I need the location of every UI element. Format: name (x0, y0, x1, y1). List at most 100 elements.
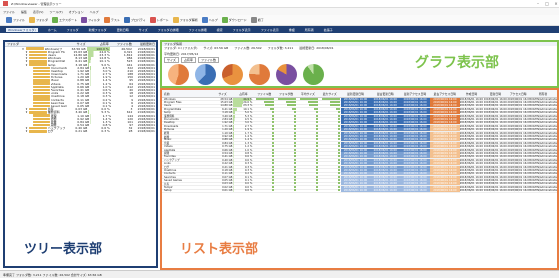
tree-row[interactable]: ▾ ログ 0.21 GB 0.3 % 28 2018/06/01 (5, 129, 156, 134)
toolbar-button[interactable]: フォルダ解析 (172, 17, 198, 23)
nav-item[interactable]: 検索 (217, 28, 223, 32)
list-col-header[interactable]: 占有率 (233, 92, 253, 96)
toolbar-icon (6, 17, 12, 23)
nav-item[interactable]: ファイル表示 (261, 28, 279, 32)
mini-bar (315, 179, 318, 182)
menu-item[interactable]: ヘルプ (90, 10, 99, 14)
menu-item[interactable]: ファイル (3, 10, 15, 14)
nav-item[interactable]: フォルダ (67, 28, 79, 32)
mini-bar (337, 138, 340, 141)
nav-item[interactable]: ホーム (48, 28, 57, 32)
nav-item[interactable]: 重複 (289, 28, 295, 32)
mini-bar (293, 138, 296, 141)
expand-icon[interactable]: ▾ (11, 129, 28, 133)
nav-item[interactable]: フォルダ表示 (233, 28, 251, 32)
tree-body: ▾Windows(フォルダ)63.56 GB100.0 %26,5022018/… (5, 46, 156, 134)
pie-chart[interactable] (249, 64, 270, 85)
toolbar-button[interactable]: ファイル (6, 17, 25, 23)
list-col-header[interactable]: フォルダ数 (275, 92, 297, 96)
graph-tab[interactable]: サイズ (164, 57, 179, 64)
mini-bar (272, 172, 275, 175)
mini-bar (293, 128, 296, 131)
close-icon[interactable]: × (553, 1, 559, 6)
toolbar-label: エクスポート (59, 18, 77, 22)
graph-tab[interactable]: ファイル数 (197, 57, 219, 64)
tree-col-header[interactable]: フォルダ (5, 42, 63, 46)
toolbar-icon (250, 17, 257, 23)
nav-item[interactable]: フォルダの詳細 (158, 28, 179, 32)
pie-chart[interactable] (195, 64, 216, 85)
list-col-header[interactable]: 更新日時 (484, 92, 508, 96)
app-icon (3, 1, 8, 6)
menu-item[interactable]: 表示(V) (33, 10, 43, 14)
tree-col-header[interactable]: 占有率 (87, 42, 110, 46)
tree-col-header[interactable]: ファイル数 (110, 42, 133, 46)
toolbar-button[interactable]: フォルダ (29, 17, 48, 23)
mini-bar (293, 179, 296, 182)
list-col-header[interactable]: 最新アクセス日時 (400, 92, 430, 96)
list-panel-label: リスト表示部 (180, 242, 259, 257)
pie-chart[interactable] (168, 64, 189, 85)
menu-item[interactable]: 編集 (21, 10, 27, 14)
list-body: Windows 28.54 GB 44.9 % 2018/06/01 16:00 201… (162, 97, 557, 193)
maximize-icon[interactable]: □ (544, 1, 550, 6)
tree-col-header[interactable]: サイズ (63, 42, 86, 46)
menu-item[interactable]: ツール(T) (49, 10, 62, 14)
nav-item[interactable]: 新規フォルダ (89, 28, 107, 32)
toolbar-icon (80, 17, 87, 23)
nav-item[interactable]: 所有者 (305, 28, 314, 32)
toolbar-icon (221, 17, 228, 23)
tree-col-header[interactable]: 最終更新日 (133, 42, 156, 46)
mini-bar (272, 179, 275, 182)
toolbar-button[interactable]: テスト (103, 17, 120, 23)
nav-active-folder[interactable]: Windows(フォルダ) (6, 27, 38, 32)
toolbar-button[interactable]: 終了 (250, 17, 264, 23)
list-col-header[interactable]: アクセス日時 (507, 92, 529, 96)
minimize-icon[interactable]: – (535, 1, 541, 6)
toolbar-button[interactable]: ダウンロード (221, 17, 247, 23)
list-cell-date: 2018/06/01 16:00 (400, 189, 430, 193)
graph-panel-label: グラフ表示部 (415, 55, 499, 71)
graph-info-item: フォルダ: C:\ (フォルダ) (164, 46, 198, 50)
toolbar-button[interactable]: レポート (149, 17, 169, 23)
nav-item[interactable]: サイズ (139, 28, 148, 32)
toolbar-button[interactable]: エクスポート (52, 17, 77, 23)
list-col-header[interactable]: 最新更新日時 (341, 92, 371, 96)
mini-bar (286, 104, 296, 107)
pie-chart[interactable] (303, 64, 324, 85)
mini-bar (293, 141, 296, 144)
list-col-header[interactable]: サイズ (212, 92, 234, 96)
graph-info: フォルダ: C:\ (フォルダ) サイズ: 63.56 GB ファイル数: 26,5… (162, 46, 362, 57)
status-text: 準備完了 フォルダ数: 3,211 ファイル数: 26,502 合計サイズ: 6… (3, 272, 102, 277)
toolbar-button[interactable]: フィルタ (80, 17, 100, 23)
list-row[interactable]: Setup 0.01 GB 0.0 % 2018/06/01 16:00 2018/06… (162, 189, 557, 193)
toolbar-button[interactable]: プロパティ (123, 17, 146, 23)
graph-tab[interactable]: 占有率 (180, 57, 196, 64)
toolbar-label: テスト (110, 18, 120, 22)
list-cell-bar (297, 189, 319, 192)
list-col-header[interactable]: 最古アクセス日時 (430, 92, 460, 96)
list-col-header[interactable]: 所有者 (529, 92, 557, 96)
list-cell-pct: 0.0 % (233, 189, 254, 193)
mini-bar (335, 107, 340, 110)
folder-icon (29, 130, 47, 133)
nav-item[interactable]: 拡張子 (324, 28, 333, 32)
mini-bar (293, 162, 296, 165)
mini-bar (293, 158, 296, 161)
list-col-header[interactable]: 名前 (162, 92, 212, 96)
pie-chart[interactable] (222, 64, 243, 85)
menu-item[interactable]: オプション (69, 10, 84, 14)
list-col-header[interactable]: 作成日時 (460, 92, 484, 96)
toolbar-button[interactable]: ヘルプ (201, 17, 218, 23)
tree-panel: フォルダサイズ占有率ファイル数最終更新日 ▾Windows(フォルダ)63.56… (3, 40, 158, 268)
pie-chart[interactable] (276, 64, 297, 85)
mini-bar (272, 145, 275, 148)
list-col-header[interactable]: 平均サイズ (297, 92, 319, 96)
nav-item[interactable]: 更新日時 (117, 28, 129, 32)
list-col-header[interactable]: 最大サイズ (319, 92, 341, 96)
list-col-header[interactable]: 最古更新日時 (370, 92, 400, 96)
nav-item[interactable]: ファイル詳細 (189, 28, 207, 32)
list-col-header[interactable]: ファイル数 (253, 92, 275, 96)
list-cell-date: 2018/06/01 16:00 (370, 189, 401, 193)
toolbar-icon (123, 17, 130, 23)
